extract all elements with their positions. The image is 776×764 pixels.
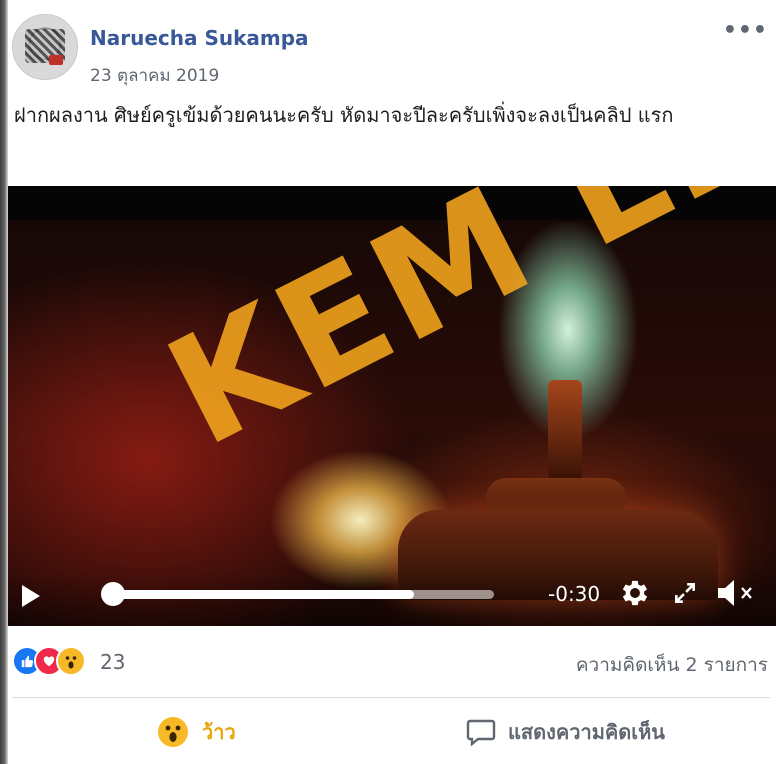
progress-fill	[112, 590, 414, 599]
background-edge	[0, 0, 8, 764]
wow-button[interactable]: ว้าว	[158, 714, 236, 750]
facebook-post: Naruecha Sukampa 23 ตุลาคม 2019 ••• ฝากผ…	[8, 0, 776, 764]
divider	[12, 697, 770, 698]
avatar[interactable]	[12, 14, 78, 80]
author-name[interactable]: Naruecha Sukampa	[90, 26, 309, 50]
reaction-count[interactable]: 23	[100, 650, 125, 674]
time-remaining: -0:30	[548, 582, 601, 606]
comment-button[interactable]: แสดงความคิดเห็น	[466, 714, 665, 750]
comment-label: แสดงความคิดเห็น	[508, 720, 665, 744]
fullscreen-icon[interactable]	[672, 580, 698, 606]
video-player[interactable]: KEM LIFE -0:30	[8, 186, 776, 626]
post-text: ฝากผลงาน ศิษย์ครูเข้มด้วยคนนะครับ หัดมาจ…	[14, 103, 674, 127]
mute-icon[interactable]	[716, 578, 756, 608]
wow-label: ว้าว	[202, 720, 236, 744]
gear-icon[interactable]	[618, 576, 652, 610]
play-icon[interactable]	[22, 585, 40, 607]
post-date[interactable]: 23 ตุลาคม 2019	[90, 62, 219, 89]
wow-face-icon	[158, 717, 188, 747]
comment-icon	[466, 719, 496, 746]
comment-count[interactable]: ความคิดเห็น 2 รายการ	[576, 650, 768, 680]
wow-icon	[56, 646, 86, 676]
progress-knob[interactable]	[101, 582, 125, 606]
more-options-icon[interactable]: •••	[723, 18, 768, 43]
